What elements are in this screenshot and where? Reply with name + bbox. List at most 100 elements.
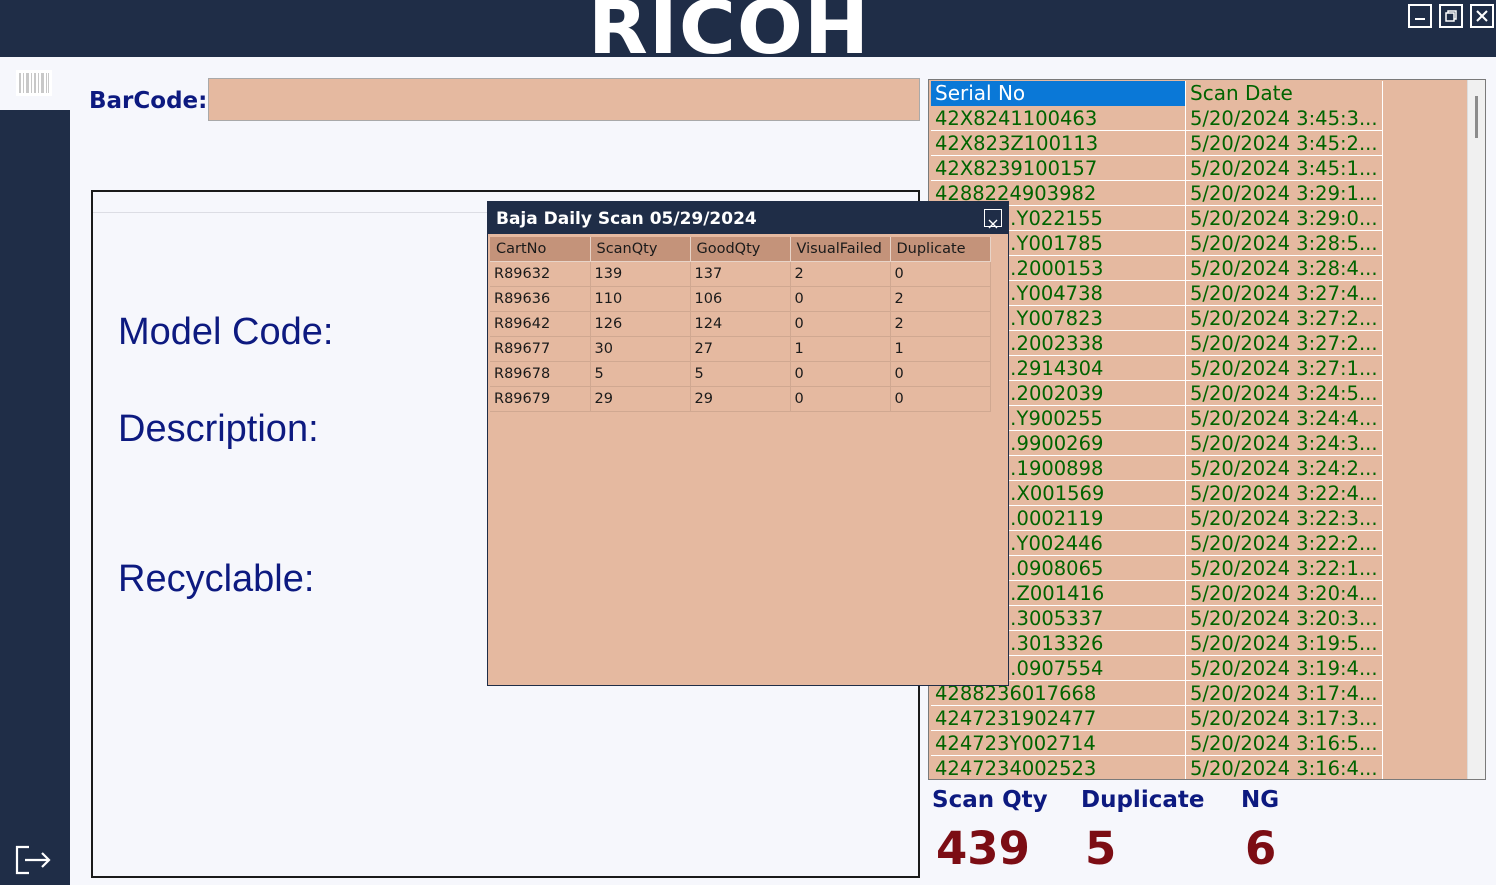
table-row[interactable]: 42X8241100463 5/20/2024 3:45:3... — [931, 106, 1383, 131]
scan-date-cell: 5/20/2024 3:28:4... — [1186, 256, 1383, 281]
column-header-cartno[interactable]: CartNo — [490, 237, 591, 262]
scan-history-grid[interactable]: Serial No Scan Date 42X8241100463 5/20/20… — [928, 79, 1486, 780]
serial-no-cell: 42X8239100157 — [931, 156, 1186, 181]
minimize-button[interactable] — [1408, 4, 1432, 28]
column-header-duplicate[interactable]: Duplicate — [890, 237, 991, 262]
serial-no-cell: 4247234002523 — [931, 756, 1186, 779]
restore-icon — [1445, 10, 1457, 22]
scanqty-cell: 110 — [590, 286, 691, 312]
duplicate-cell: 1 — [890, 336, 991, 362]
scanqty-cell: 139 — [590, 261, 691, 287]
goodqty-cell: 106 — [690, 286, 791, 312]
scan-date-cell: 5/20/2024 3:17:4... — [1186, 681, 1383, 706]
scan-date-cell: 5/20/2024 3:17:3... — [1186, 706, 1383, 731]
minimize-icon — [1415, 18, 1425, 20]
scan-date-cell: 5/20/2024 3:24:5... — [1186, 381, 1383, 406]
scanqty-cell: 30 — [590, 336, 691, 362]
column-header-visualfailed[interactable]: VisualFailed — [790, 237, 891, 262]
barcode-icon[interactable] — [16, 70, 52, 96]
barcode-input[interactable] — [208, 78, 920, 121]
table-row[interactable]: 4247231902477 5/20/2024 3:17:3... — [931, 706, 1383, 731]
visualfailed-cell: 0 — [790, 361, 891, 387]
grid-scrollbar[interactable] — [1467, 80, 1485, 779]
restore-button[interactable] — [1439, 4, 1463, 28]
scroll-thumb[interactable] — [1475, 96, 1478, 138]
goodqty-cell: 5 — [690, 361, 791, 387]
scan-date-cell: 5/20/2024 3:27:1... — [1186, 356, 1383, 381]
scan-date-cell: 5/20/2024 3:22:1... — [1186, 556, 1383, 581]
serial-no-cell: 4247231902477 — [931, 706, 1186, 731]
column-header-serial-no[interactable]: Serial No — [931, 81, 1186, 106]
scanqty-cell: 126 — [590, 311, 691, 337]
table-row[interactable]: R89679 29 29 0 0 — [490, 386, 991, 412]
model-code-label: Model Code: — [118, 311, 334, 353]
app-header: RICOH — [0, 0, 1496, 68]
visualfailed-cell: 1 — [790, 336, 891, 362]
serial-no-cell: 42X823Z100113 — [931, 131, 1186, 156]
scan-date-cell: 5/20/2024 3:20:4... — [1186, 581, 1383, 606]
ng-label: NG — [1241, 787, 1280, 813]
scan-date-cell: 5/20/2024 3:27:2... — [1186, 331, 1383, 356]
scan-date-cell: 5/20/2024 3:16:5... — [1186, 731, 1383, 756]
table-row[interactable]: 4247234002523 5/20/2024 3:16:4... — [931, 756, 1383, 779]
goodqty-cell: 27 — [690, 336, 791, 362]
scanqty-cell: 29 — [590, 386, 691, 412]
daily-scan-table: CartNo ScanQty GoodQty VisualFailed Dupl… — [490, 237, 991, 412]
scan-date-cell: 5/20/2024 3:45:3... — [1186, 106, 1383, 131]
scan-date-cell: 5/20/2024 3:16:4... — [1186, 756, 1383, 779]
table-row[interactable]: 424723Y002714 5/20/2024 3:16:5... — [931, 731, 1383, 756]
close-icon — [1476, 10, 1488, 22]
table-row[interactable]: R89677 30 27 1 1 — [490, 336, 991, 362]
table-row[interactable]: R89632 139 137 2 0 — [490, 261, 991, 287]
table-row[interactable]: R89642 126 124 0 2 — [490, 311, 991, 337]
scan-date-cell: 5/20/2024 3:45:1... — [1186, 156, 1383, 181]
ricoh-logo: RICOH — [588, 0, 871, 71]
exit-icon[interactable] — [15, 843, 53, 877]
visualfailed-cell: 0 — [790, 286, 891, 312]
cartno-cell: R89632 — [490, 261, 591, 287]
scan-date-cell: 5/20/2024 3:19:5... — [1186, 631, 1383, 656]
barcode-label: BarCode: — [89, 88, 208, 114]
cartno-cell: R89636 — [490, 286, 591, 312]
dialog-close-button[interactable] — [984, 209, 1002, 229]
duplicate-cell: 0 — [890, 261, 991, 287]
dialog-title-bar[interactable]: Baja Daily Scan 05/29/2024 — [488, 202, 1008, 234]
duplicate-cell: 0 — [890, 361, 991, 387]
close-window-button[interactable] — [1470, 4, 1494, 28]
table-row[interactable]: R89678 5 5 0 0 — [490, 361, 991, 387]
serial-no-cell: 424723Y002714 — [931, 731, 1186, 756]
dialog-title: Baja Daily Scan 05/29/2024 — [496, 209, 757, 229]
duplicate-cell: 2 — [890, 286, 991, 312]
grid-header: Serial No Scan Date — [931, 81, 1383, 106]
goodqty-cell: 124 — [690, 311, 791, 337]
scan-date-cell: 5/20/2024 3:27:2... — [1186, 306, 1383, 331]
goodqty-cell: 29 — [690, 386, 791, 412]
scan-date-cell: 5/20/2024 3:45:2... — [1186, 131, 1383, 156]
duplicate-value: 5 — [1085, 822, 1117, 875]
scan-date-cell: 5/20/2024 3:24:3... — [1186, 431, 1383, 456]
close-icon — [988, 219, 998, 229]
cartno-cell: R89677 — [490, 336, 591, 362]
scan-qty-value: 439 — [936, 822, 1030, 875]
duplicate-label: Duplicate — [1081, 787, 1205, 813]
scan-date-cell: 5/20/2024 3:24:4... — [1186, 406, 1383, 431]
scan-date-cell: 5/20/2024 3:29:1... — [1186, 181, 1383, 206]
table-row[interactable]: 42X8239100157 5/20/2024 3:45:1... — [931, 156, 1383, 181]
column-header-scanqty[interactable]: ScanQty — [590, 237, 691, 262]
duplicate-cell: 0 — [890, 386, 991, 412]
visualfailed-cell: 2 — [790, 261, 891, 287]
goodqty-cell: 137 — [690, 261, 791, 287]
column-header-scan-date[interactable]: Scan Date — [1186, 81, 1383, 106]
scan-date-cell: 5/20/2024 3:19:4... — [1186, 656, 1383, 681]
column-header-goodqty[interactable]: GoodQty — [690, 237, 791, 262]
table-row[interactable]: 42X823Z100113 5/20/2024 3:45:2... — [931, 131, 1383, 156]
cartno-cell: R89679 — [490, 386, 591, 412]
visualfailed-cell: 0 — [790, 311, 891, 337]
scan-date-cell: 5/20/2024 3:29:0... — [1186, 206, 1383, 231]
scan-date-cell: 5/20/2024 3:27:4... — [1186, 281, 1383, 306]
sidebar — [0, 110, 70, 885]
description-label: Description: — [118, 408, 319, 450]
daily-scan-dialog: Baja Daily Scan 05/29/2024 CartNo ScanQt… — [487, 201, 1009, 686]
visualfailed-cell: 0 — [790, 386, 891, 412]
table-row[interactable]: R89636 110 106 0 2 — [490, 286, 991, 312]
